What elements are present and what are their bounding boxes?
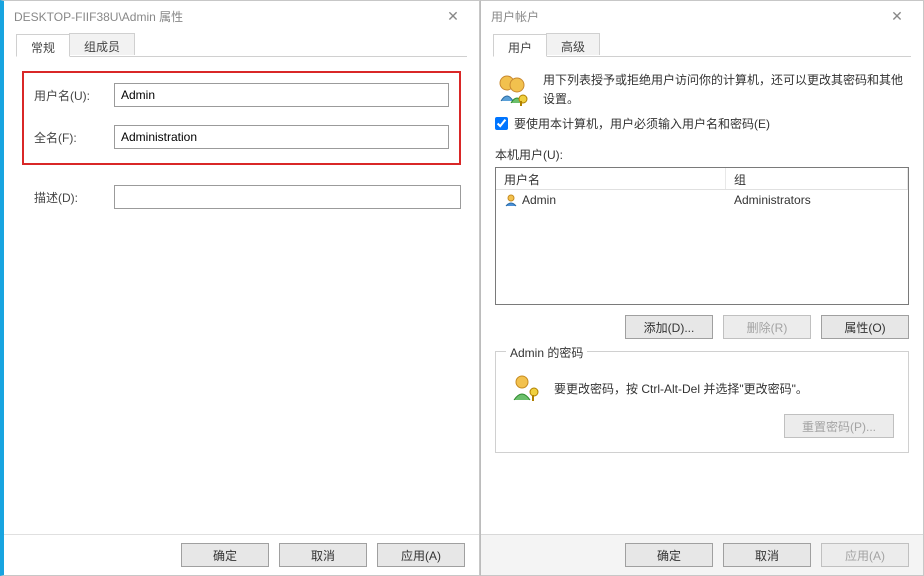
apply-button[interactable]: 应用(A) <box>377 543 465 567</box>
cancel-button[interactable]: 取消 <box>723 543 811 567</box>
admin-properties-dialog: DESKTOP-FIIF38U\Admin 属性 ✕ 常规 组成员 用户名(U)… <box>0 0 480 576</box>
user-key-icon <box>510 372 542 404</box>
row-fullname: 全名(F): <box>34 125 449 149</box>
add-user-button[interactable]: 添加(D)... <box>625 315 713 339</box>
fullname-label: 全名(F): <box>34 129 114 146</box>
intro-text: 用下列表授予或拒绝用户访问你的计算机，还可以更改其密码和其他设置。 <box>543 71 909 109</box>
close-icon[interactable]: ✕ <box>877 8 917 25</box>
apply-button: 应用(A) <box>821 543 909 567</box>
user-list[interactable]: 用户名 组 Admin Administrators <box>495 167 909 305</box>
tabs: 用户 高级 <box>493 33 911 57</box>
intro-row: 用下列表授予或拒绝用户访问你的计算机，还可以更改其密码和其他设置。 <box>481 63 923 109</box>
username-label: 用户名(U): <box>34 87 114 104</box>
require-login-label: 要使用本计算机，用户必须输入用户名和密码(E) <box>514 115 770 132</box>
ok-button[interactable]: 确定 <box>625 543 713 567</box>
titlebar: 用户帐户 ✕ <box>481 1 923 31</box>
close-icon[interactable]: ✕ <box>433 8 473 25</box>
list-header: 用户名 组 <box>496 168 908 190</box>
bottom-buttons: 确定 取消 应用(A) <box>481 534 923 575</box>
row-description: 描述(D): <box>22 185 461 209</box>
username-input[interactable] <box>114 83 449 107</box>
password-legend: Admin 的密码 <box>506 344 587 361</box>
user-accounts-dialog: 用户帐户 ✕ 用户 高级 用下列表授予或拒绝用户访问你的计算机，还可以更改其密码… <box>480 0 924 576</box>
description-input[interactable] <box>114 185 461 209</box>
reset-password-button: 重置密码(P)... <box>784 414 894 438</box>
require-login-checkbox[interactable] <box>495 117 508 130</box>
tab-members[interactable]: 组成员 <box>69 33 135 55</box>
titlebar: DESKTOP-FIIF38U\Admin 属性 ✕ <box>4 1 479 31</box>
highlighted-fields: 用户名(U): 全名(F): <box>22 71 461 165</box>
bottom-buttons: 确定 取消 应用(A) <box>4 534 479 575</box>
row-username: 用户名(U): <box>34 83 449 107</box>
fullname-input[interactable] <box>114 125 449 149</box>
window-title: 用户帐户 <box>491 8 877 25</box>
col-group[interactable]: 组 <box>726 168 908 189</box>
password-groupbox: Admin 的密码 要更改密码，按 Ctrl-Alt-Del 并选择"更改密码"… <box>495 351 909 453</box>
require-login-checkbox-row: 要使用本计算机，用户必须输入用户名和密码(E) <box>481 109 923 138</box>
password-message: 要更改密码，按 Ctrl-Alt-Del 并选择"更改密码"。 <box>554 380 894 397</box>
tabs: 常规 组成员 <box>16 33 467 57</box>
tab-general[interactable]: 常规 <box>16 34 70 57</box>
content: 用下列表授予或拒绝用户访问你的计算机，还可以更改其密码和其他设置。 要使用本计算… <box>481 57 923 534</box>
description-label: 描述(D): <box>34 189 114 206</box>
cell-group: Administrators <box>726 191 908 209</box>
users-keys-icon <box>495 71 531 107</box>
list-label: 本机用户(U): <box>481 138 923 167</box>
list-item[interactable]: Admin Administrators <box>496 190 908 210</box>
content: 用户名(U): 全名(F): 描述(D): <box>4 57 479 534</box>
user-icon <box>504 193 518 207</box>
remove-user-button: 删除(R) <box>723 315 811 339</box>
list-buttons: 添加(D)... 删除(R) 属性(O) <box>481 305 923 339</box>
col-username[interactable]: 用户名 <box>496 168 726 189</box>
tab-advanced[interactable]: 高级 <box>546 33 600 55</box>
properties-button[interactable]: 属性(O) <box>821 315 909 339</box>
cell-username: Admin <box>522 193 556 207</box>
cancel-button[interactable]: 取消 <box>279 543 367 567</box>
tab-users[interactable]: 用户 <box>493 34 547 57</box>
window-title: DESKTOP-FIIF38U\Admin 属性 <box>14 8 433 25</box>
ok-button[interactable]: 确定 <box>181 543 269 567</box>
